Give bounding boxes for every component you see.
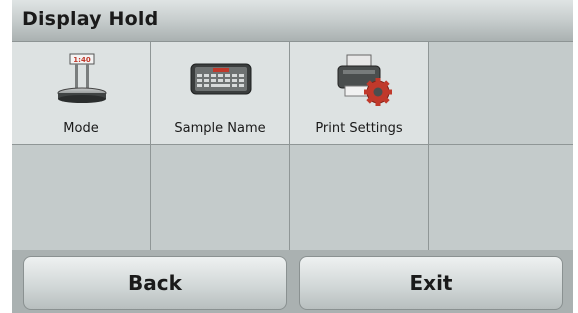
back-button[interactable]: Back [23,256,287,310]
title-bar: Display Hold [12,0,573,42]
menu-item-print-settings[interactable]: Print Settings [290,42,429,145]
scale-display-text: 1:40 [73,56,91,64]
empty-cell [290,145,429,250]
exit-button[interactable]: Exit [299,256,563,310]
empty-cell [429,42,573,145]
menu-item-label: Mode [63,121,99,136]
menu-item-label: Print Settings [315,121,403,136]
bottom-bar: Back Exit [12,250,573,313]
empty-cell [151,145,290,250]
screen: Display Hold 1:40 Mode Sample Name Print… [12,0,573,313]
menu-item-label: Sample Name [174,121,266,136]
menu-grid: 1:40 Mode Sample Name Print Settings [12,42,573,250]
printer-settings-icon [290,48,428,108]
menu-item-sample-name[interactable]: Sample Name [151,42,290,145]
menu-item-mode[interactable]: 1:40 Mode [12,42,151,145]
keyboard-icon [151,48,289,108]
empty-cell [429,145,573,250]
scale-icon: 1:40 [12,48,150,108]
empty-cell [12,145,151,250]
page-title: Display Hold [22,8,159,30]
